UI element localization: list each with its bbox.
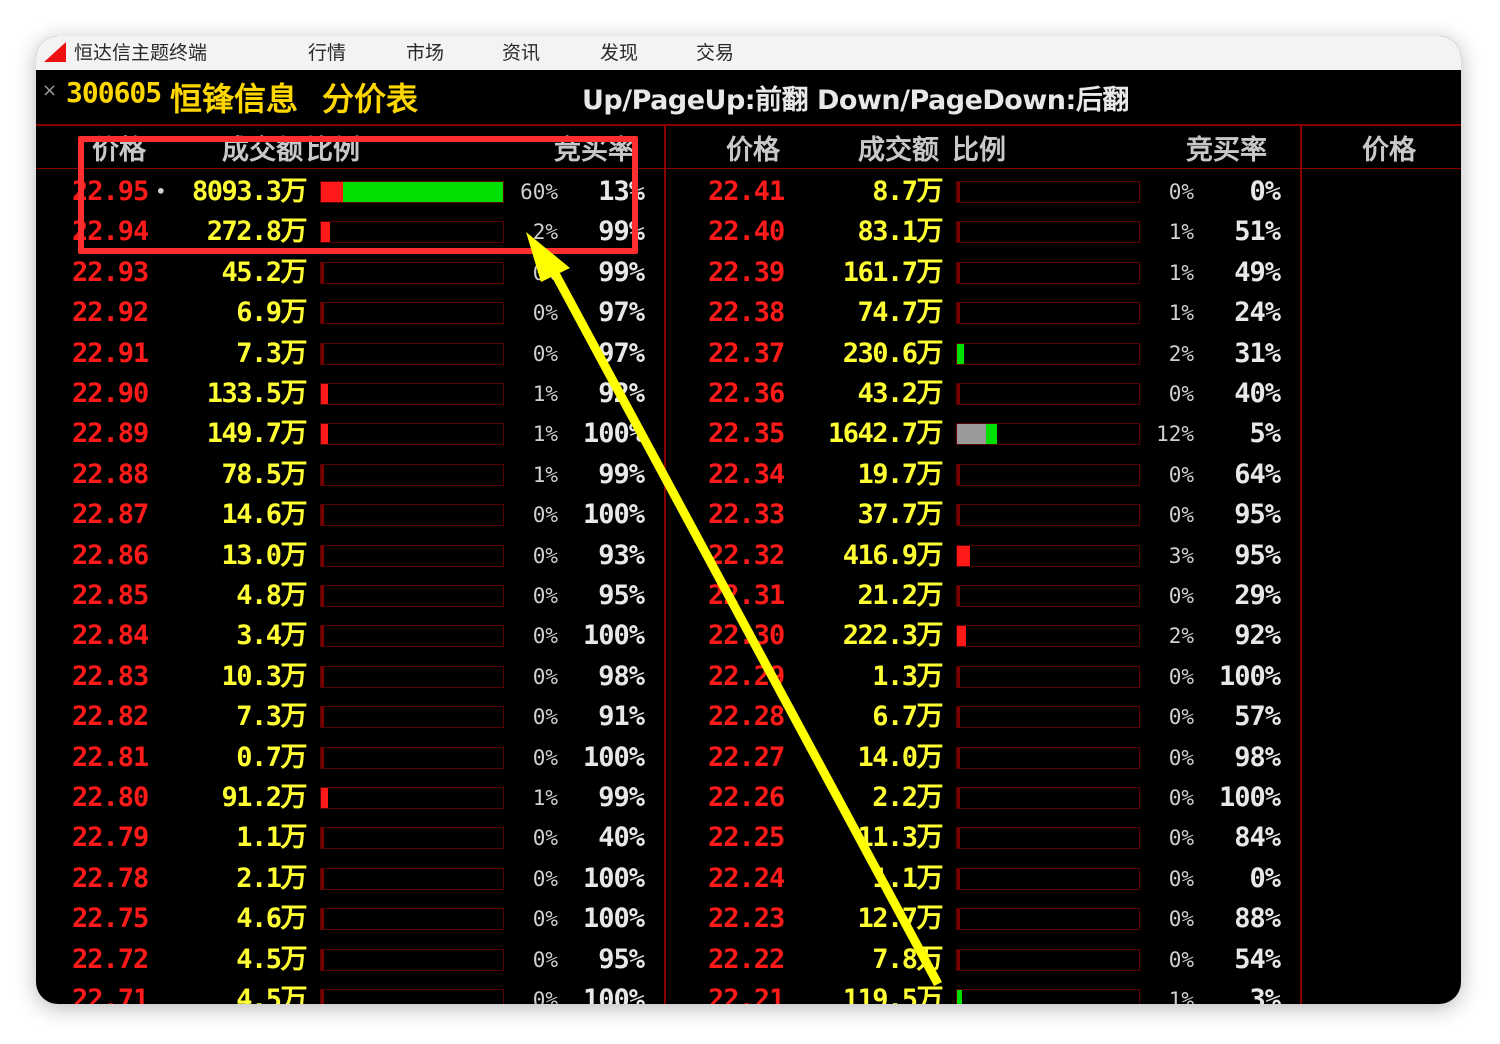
annotation-arrow <box>526 232 942 986</box>
app-window: 恒达信主题终端 行情 市场 资讯 发现 交易 × 300605 恒锋信息 分价表… <box>36 36 1461 1004</box>
annotation-arrow-head <box>526 232 570 282</box>
annotation-arrow-shaft <box>547 264 942 986</box>
